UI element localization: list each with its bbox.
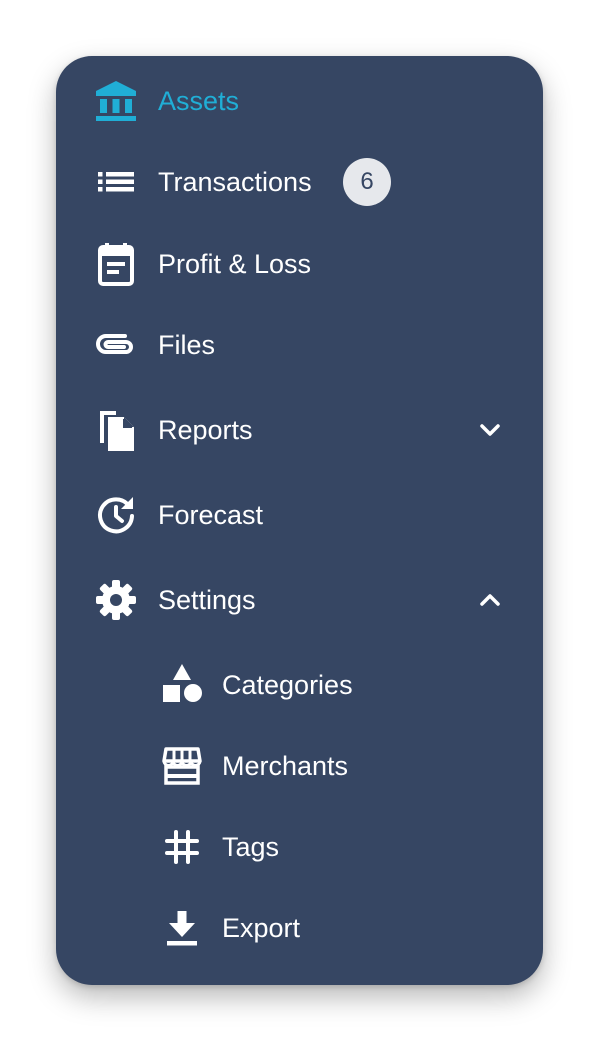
download-icon <box>160 906 204 950</box>
chevron-up-icon[interactable] <box>475 585 505 615</box>
nav-subitem-tags[interactable]: Tags <box>56 817 543 877</box>
nav-item-transactions[interactable]: Transactions 6 <box>56 152 543 212</box>
history-icon <box>94 493 138 537</box>
nav-subitem-label: Categories <box>222 669 353 700</box>
nav-item-label: Profit & Loss <box>158 248 312 279</box>
nav-item-label: Forecast <box>158 499 264 530</box>
paperclip-icon <box>94 323 138 367</box>
nav-item-files[interactable]: Files <box>56 315 543 375</box>
chevron-down-icon[interactable] <box>475 415 505 445</box>
nav-item-reports[interactable]: Reports <box>56 400 543 460</box>
nav-item-profit-loss[interactable]: Profit & Loss <box>56 234 543 294</box>
nav-subitem-export[interactable]: Export <box>56 898 543 958</box>
sidebar-nav: Assets Transactions 6 Profit & Loss File… <box>56 56 543 985</box>
nav-item-assets[interactable]: Assets <box>56 71 543 131</box>
bank-icon <box>94 79 138 123</box>
nav-item-label: Reports <box>158 414 253 445</box>
shapes-icon <box>160 663 204 707</box>
calendar-icon <box>94 242 138 286</box>
nav-subitem-merchants[interactable]: Merchants <box>56 736 543 796</box>
nav-item-label: Settings <box>158 584 256 615</box>
documents-icon <box>94 408 138 452</box>
count-badge: 6 <box>343 158 391 206</box>
nav-item-label: Assets <box>158 85 240 116</box>
nav-subitem-label: Export <box>222 912 301 943</box>
nav-subitem-label: Tags <box>222 831 280 862</box>
store-icon <box>160 744 204 788</box>
nav-item-label: Files <box>158 329 216 360</box>
gear-icon <box>94 578 138 622</box>
nav-item-label: Transactions <box>158 166 312 197</box>
nav-subitem-categories[interactable]: Categories <box>56 655 543 715</box>
nav-subitem-label: Merchants <box>222 750 349 781</box>
nav-item-settings[interactable]: Settings <box>56 570 543 630</box>
nav-item-forecast[interactable]: Forecast <box>56 485 543 545</box>
list-icon <box>94 160 138 204</box>
hashtag-icon <box>160 825 204 869</box>
